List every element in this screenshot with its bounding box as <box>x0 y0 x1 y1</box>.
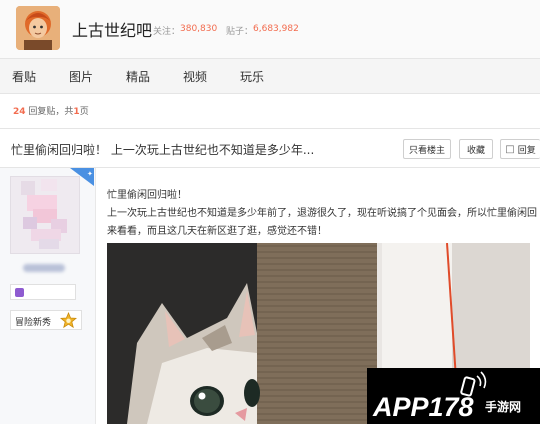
tab-videos[interactable]: 视频 <box>183 68 207 85</box>
replies-label: 回复贴，共 <box>28 107 74 117</box>
watermark-brand: APP178 <box>372 392 474 422</box>
rank-badge: 冒险新秀 <box>10 310 82 330</box>
forum-tabs: 看贴 图片 精品 视频 玩乐 <box>0 58 540 94</box>
rank-label: 冒险新秀 <box>15 318 52 328</box>
tab-posts[interactable]: 看贴 <box>12 68 36 85</box>
only-op-button[interactable]: 只看楼主 <box>403 139 451 159</box>
reply-meta: 24 回复贴，共1页 <box>13 104 89 117</box>
reply-button[interactable]: □ 回复 <box>500 139 540 159</box>
tab-fun[interactable]: 玩乐 <box>240 68 264 85</box>
level-icon <box>15 288 24 297</box>
thread-title-bar: 忙里偷闲回归啦！ 上一次玩上古世纪也不知道是多少年... 只看楼主 收藏 □ 回… <box>0 128 540 168</box>
follow-label: 关注： <box>153 27 181 37</box>
posts-count: 6,683,982 <box>253 24 299 34</box>
watermark-suffix: 手游网 <box>485 399 521 414</box>
post-text-body: 上一次玩上古世纪也不知道是多少年前了，退游很久了，现在听说搞了个见面会，所以忙里… <box>107 208 537 237</box>
forum-avatar[interactable] <box>16 6 60 50</box>
posts-label: 贴子： <box>226 27 254 37</box>
reply-count: 24 <box>13 107 26 117</box>
follow-count: 380,830 <box>180 24 218 34</box>
star-badge-icon <box>59 311 78 329</box>
tab-featured[interactable]: 精品 <box>126 68 150 85</box>
author-avatar[interactable] <box>10 176 80 254</box>
thread-title: 忙里偷闲回归啦！ 上一次玩上古世纪也不知道是多少年... <box>11 143 315 157</box>
only-op-label: 只看楼主 <box>408 145 445 156</box>
forum-header: 上古世纪吧 关注： 380,830 贴子： 6,683,982 <box>0 0 540 58</box>
svg-text:✦: ✦ <box>87 170 93 178</box>
app178-watermark: APP178 手游网 <box>367 368 540 424</box>
author-username[interactable] <box>23 264 65 272</box>
reply-label: 回复 <box>517 145 536 156</box>
pages-suffix: 页 <box>79 107 89 117</box>
favorite-button[interactable]: 收藏 <box>459 139 493 159</box>
favorite-label: 收藏 <box>466 145 485 156</box>
vip-corner-badge: ✦ <box>70 168 94 186</box>
level-badge <box>10 284 76 300</box>
comment-icon: □ <box>505 143 515 155</box>
tab-images[interactable]: 图片 <box>69 68 93 85</box>
forum-name[interactable]: 上古世纪吧 <box>72 17 152 41</box>
post-text-line1: 忙里偷闲回归啦！ <box>107 190 187 201</box>
